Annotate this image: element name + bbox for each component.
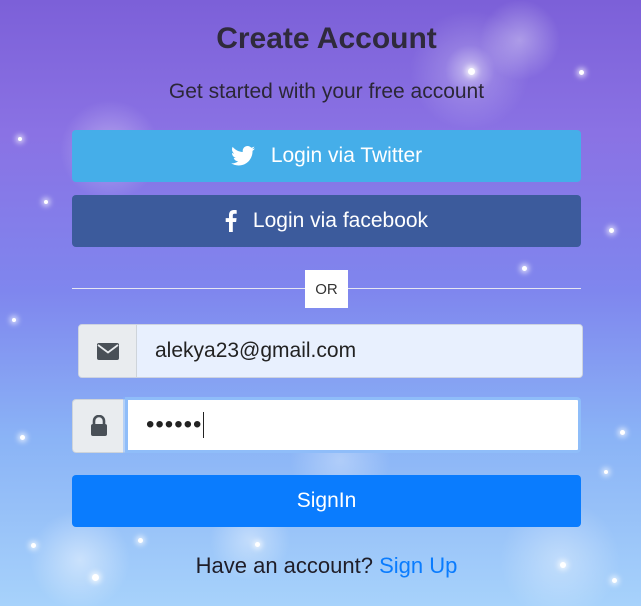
password-field[interactable]: ••••••	[125, 397, 581, 453]
star-decoration	[255, 542, 260, 547]
footer-prompt: Have an account? Sign Up	[72, 553, 581, 579]
star-decoration	[12, 318, 16, 322]
star-decoration	[579, 70, 584, 75]
twitter-icon	[230, 146, 255, 166]
envelope-icon	[79, 325, 137, 377]
signin-button[interactable]: SignIn	[72, 475, 581, 527]
login-facebook-button[interactable]: Login via facebook	[72, 195, 581, 247]
password-masked-value: ••••••	[146, 411, 203, 438]
star-decoration	[609, 228, 614, 233]
star-decoration	[18, 137, 22, 141]
star-decoration	[20, 435, 25, 440]
login-facebook-label: Login via facebook	[252, 209, 429, 232]
footer-prompt-text: Have an account?	[195, 553, 373, 578]
star-decoration	[138, 538, 143, 543]
lock-icon	[72, 399, 125, 453]
star-decoration	[31, 543, 36, 548]
star-decoration	[620, 430, 625, 435]
facebook-icon	[225, 210, 237, 232]
text-caret	[203, 412, 205, 438]
page-subtitle: Get started with your free account	[168, 80, 485, 103]
star-decoration	[44, 200, 48, 204]
login-twitter-button[interactable]: Login via Twitter	[72, 130, 581, 182]
password-input-group: ••••••	[72, 397, 581, 453]
email-input-group: alekya23@gmail.com	[78, 324, 583, 378]
star-decoration	[612, 578, 617, 583]
login-twitter-label: Login via Twitter	[270, 144, 423, 167]
signup-link[interactable]: Sign Up	[379, 553, 457, 578]
email-field[interactable]: alekya23@gmail.com	[137, 325, 582, 377]
star-decoration	[468, 68, 475, 75]
page-title: Create Account	[216, 22, 437, 55]
or-separator: OR	[305, 270, 348, 308]
star-decoration	[522, 266, 527, 271]
star-decoration	[604, 470, 608, 474]
